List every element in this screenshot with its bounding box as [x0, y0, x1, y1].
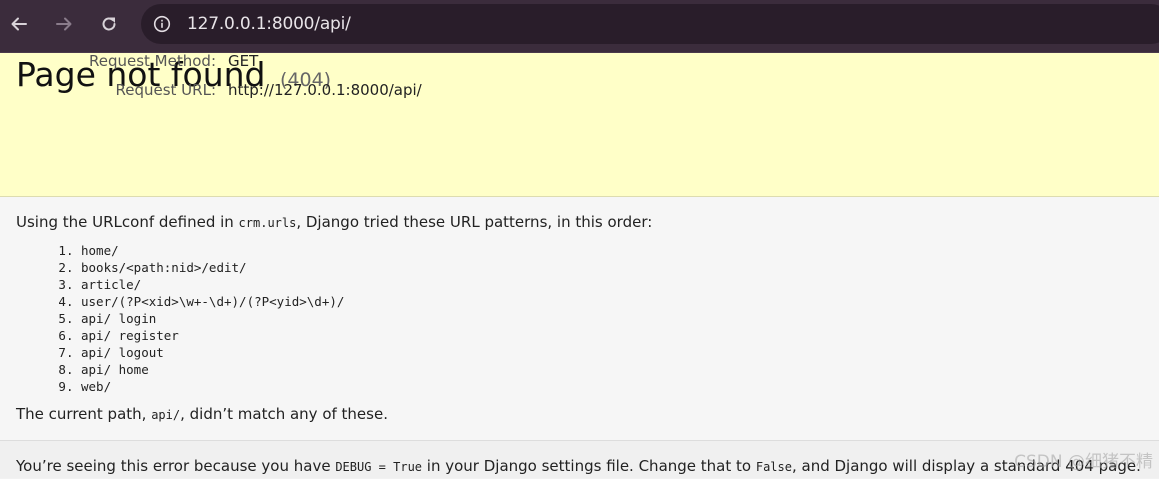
- debug-explanation: You’re seeing this error because you hav…: [0, 441, 1159, 478]
- list-item: api/ home: [81, 361, 344, 378]
- outro-suffix: , didn’t match any of these.: [180, 405, 388, 423]
- intro-suffix: , Django tried these URL patterns, in th…: [296, 213, 653, 231]
- arrow-right-icon[interactable]: [53, 13, 75, 35]
- list-item: article/: [81, 276, 344, 293]
- request-method-label: Request Method:: [88, 52, 216, 70]
- request-method-value: GET: [228, 52, 259, 70]
- list-item: web/: [81, 378, 344, 395]
- error-summary: Page not found (404) Request Method: GET…: [0, 52, 1159, 197]
- info-icon[interactable]: [152, 14, 172, 34]
- url-patterns-list: home/ books/<path:nid>/edit/ article/ us…: [40, 242, 344, 395]
- list-item: api/ register: [81, 327, 344, 344]
- urlconf-name: crm.urls: [238, 216, 297, 230]
- reload-icon[interactable]: [98, 13, 120, 35]
- request-url-label: Request URL:: [115, 81, 216, 99]
- outro-prefix: The current path,: [16, 405, 152, 423]
- debug-setting: DEBUG = True: [335, 460, 423, 474]
- list-item: home/: [81, 242, 344, 259]
- list-item: books/<path:nid>/edit/: [81, 259, 344, 276]
- explanation-text: You’re seeing this error because you hav…: [16, 457, 1141, 475]
- current-path-note: The current path, api/, didn’t match any…: [16, 405, 388, 423]
- address-bar[interactable]: 127.0.0.1:8000/api/: [141, 4, 1159, 44]
- intro-prefix: Using the URLconf defined in: [16, 213, 239, 231]
- list-item: api/ login: [81, 310, 344, 327]
- urlconf-info: Using the URLconf defined in crm.urls, D…: [0, 197, 1159, 441]
- explanation-prefix: You’re seeing this error because you hav…: [16, 457, 336, 475]
- explanation-middle: in your Django settings file. Change tha…: [422, 457, 756, 475]
- false-value: False: [755, 460, 792, 474]
- current-path: api/: [151, 408, 181, 422]
- request-url-value: http://127.0.0.1:8000/api/: [228, 81, 422, 99]
- arrow-left-icon[interactable]: [8, 13, 30, 35]
- list-item: api/ logout: [81, 344, 344, 361]
- urlconf-intro: Using the URLconf defined in crm.urls, D…: [16, 213, 652, 231]
- list-item: user/(?P<xid>\w+-\d+)/(?P<yid>\d+)/: [81, 293, 344, 310]
- address-url[interactable]: 127.0.0.1:8000/api/: [187, 14, 351, 34]
- browser-toolbar: 127.0.0.1:8000/api/: [0, 0, 1159, 53]
- watermark: CSDN @细猪不精: [1014, 452, 1153, 472]
